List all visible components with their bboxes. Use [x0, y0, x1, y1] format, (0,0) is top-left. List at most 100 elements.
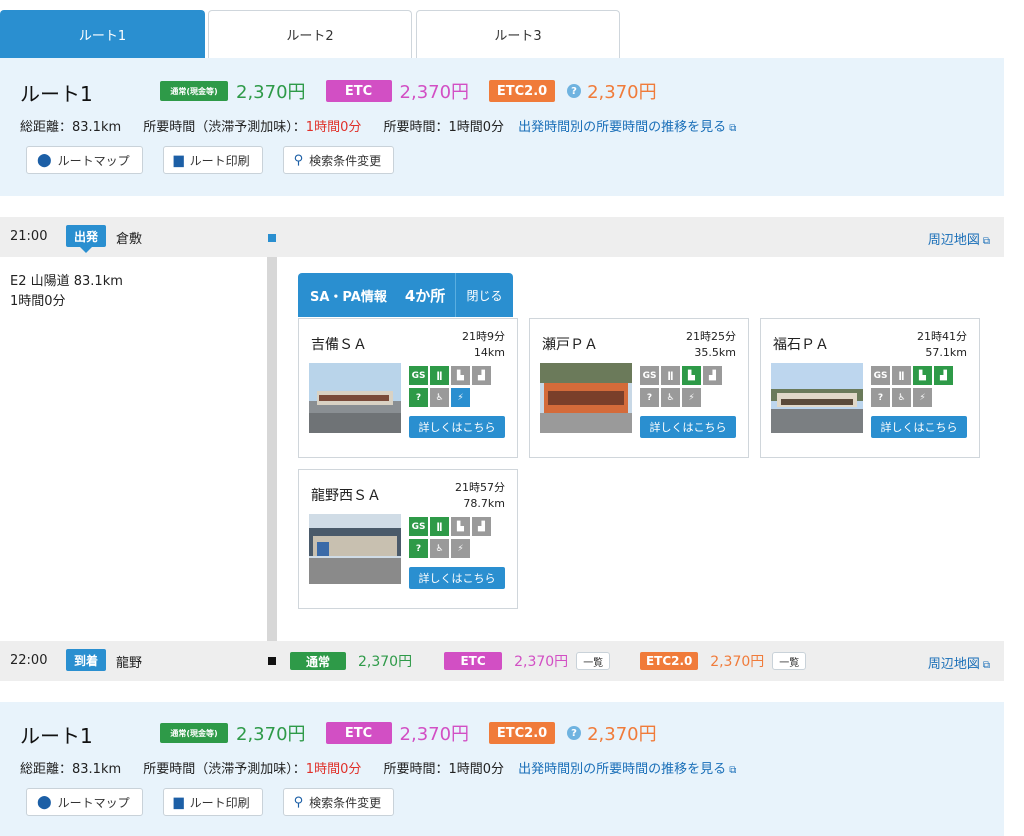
- sapa-count: 4か所: [404, 286, 446, 305]
- etc-list-label: 一覧: [583, 657, 604, 669]
- arrival-badge: 到着: [66, 649, 106, 671]
- sapa-time: 21時9分: [462, 330, 505, 343]
- info-icon: ?: [409, 388, 428, 407]
- segment-info: E2 山陽道 83.1km 1時間0分: [10, 272, 123, 312]
- departure-map-link[interactable]: 周辺地図 ⧉: [928, 229, 990, 248]
- etc2-price: 2,370円: [710, 654, 765, 670]
- normal-price: 2,370円: [236, 82, 306, 103]
- etc-price: 2,370円: [399, 82, 470, 103]
- shop-icon: ▙: [913, 366, 932, 385]
- normal-price-badge: 通常(現金等): [160, 723, 228, 743]
- normal-price: 2,370円: [358, 654, 413, 670]
- help-icon[interactable]: ?: [567, 726, 582, 740]
- restaurant-icon: ǁ: [430, 366, 449, 385]
- sapa-detail-button[interactable]: 詳しくはこちら: [640, 416, 736, 438]
- sapa-card-fukuishi: 福石ＰＡ 21時41分 57.1km GS ǁ ▙ ▟ ? ♿ ⚡ 詳しくはこちら: [760, 318, 980, 458]
- sapa-distance: 57.1km: [925, 346, 967, 359]
- sapa-title: SA・PA情報: [310, 289, 387, 305]
- external-link-icon: ⧉: [729, 123, 737, 134]
- trend-link[interactable]: 出発時間別の所要時間の推移を見る: [518, 762, 726, 777]
- sapa-name: 吉備ＳＡ: [311, 337, 367, 353]
- total-distance: 総距離：83.1km: [20, 762, 122, 777]
- tab-route-1[interactable]: ルート1: [0, 10, 205, 58]
- route-line: [267, 243, 277, 643]
- route-print-button[interactable]: ▆ ルート印刷: [162, 788, 263, 816]
- sapa-header: SA・PA情報 4か所 閉じる: [298, 273, 513, 317]
- shop-icon: ▙: [682, 366, 701, 385]
- arrival-map-label: 周辺地図: [927, 657, 980, 672]
- snack-icon: ▟: [703, 366, 722, 385]
- time-label: 所要時間：1時間0分: [383, 762, 505, 777]
- normal-price: 2,370円: [236, 724, 306, 745]
- printer-icon: ▆: [173, 152, 184, 168]
- sapa-name: 瀬戸ＰＡ: [542, 337, 598, 353]
- segment-road: E2 山陽道 83.1km: [10, 274, 123, 289]
- search-icon: ⚲: [293, 794, 304, 810]
- ev-charger-icon: ⚡: [913, 388, 932, 407]
- time-label: 所要時間：1時間0分: [383, 120, 505, 135]
- shop-icon: ▙: [451, 366, 470, 385]
- route-print-label: ルート印刷: [189, 153, 250, 168]
- arrival-bar: 22:00 到着 龍野 通常 2,370円 ETC 2,370円 一覧 ETC2…: [0, 641, 1004, 681]
- restaurant-icon: ǁ: [430, 517, 449, 536]
- trend-link[interactable]: 出発時間別の所要時間の推移を見る: [518, 120, 726, 135]
- snack-icon: ▟: [934, 366, 953, 385]
- etc2-list-button[interactable]: 一覧: [772, 652, 807, 670]
- gas-station-icon: GS: [871, 366, 890, 385]
- facility-icons: GS ǁ ▙ ▟ ? ♿ ⚡: [871, 366, 971, 410]
- search-icon: ⚲: [293, 152, 304, 168]
- toilet-icon: ♿: [892, 388, 911, 407]
- route-buttons: ⬤ ルートマップ ▆ ルート印刷 ⚲ 検索条件変更: [26, 146, 414, 174]
- map-pin-icon: ⬤: [37, 794, 52, 810]
- change-search-button[interactable]: ⚲ 検索条件変更: [282, 146, 395, 174]
- etc2-price-badge: ETC2.0: [489, 80, 556, 102]
- end-node: [268, 657, 276, 665]
- etc-price: 2,370円: [399, 724, 470, 745]
- route-map-button[interactable]: ⬤ ルートマップ: [26, 788, 143, 816]
- price-row: 通常(現金等) 2,370円 ETC 2,370円 ETC2.0 ? 2,370…: [160, 720, 677, 746]
- arrival-map-link[interactable]: 周辺地図 ⧉: [928, 653, 990, 672]
- normal-price-badge: 通常(現金等): [160, 81, 228, 101]
- route-print-button[interactable]: ▆ ルート印刷: [162, 146, 263, 174]
- external-link-icon: ⧉: [982, 660, 990, 671]
- start-node: [268, 234, 276, 242]
- ev-charger-icon: ⚡: [682, 388, 701, 407]
- departure-bar: 21:00 出発 倉敷 周辺地図 ⧉: [0, 217, 1004, 257]
- sapa-detail-button[interactable]: 詳しくはこちら: [409, 416, 505, 438]
- sapa-close-button[interactable]: 閉じる: [455, 273, 513, 317]
- tab-route-3[interactable]: ルート3: [416, 10, 620, 58]
- info-icon: ?: [871, 388, 890, 407]
- snack-icon: ▟: [472, 517, 491, 536]
- sapa-photo: [309, 514, 401, 584]
- route-tabs: ルート1 ルート2 ルート3: [0, 10, 1024, 58]
- departure-time: 21:00: [10, 229, 48, 244]
- sapa-detail-button[interactable]: 詳しくはこちら: [871, 416, 967, 438]
- ev-charger-icon: ⚡: [451, 388, 470, 407]
- tab-route-2[interactable]: ルート2: [208, 10, 412, 58]
- change-search-label: 検索条件変更: [309, 795, 382, 810]
- sapa-photo: [309, 363, 401, 433]
- help-icon[interactable]: ?: [567, 84, 582, 98]
- arrival-place: 龍野: [116, 656, 143, 671]
- sapa-time: 21時57分: [455, 481, 505, 494]
- time-traffic-value: 1時間0分: [305, 762, 362, 777]
- external-link-icon: ⧉: [982, 236, 990, 247]
- change-search-button[interactable]: ⚲ 検索条件変更: [282, 788, 395, 816]
- time-traffic-label: 所要時間（渋滞予測加味）：: [143, 762, 306, 777]
- departure-badge: 出発: [66, 225, 106, 253]
- time-traffic-value: 1時間0分: [305, 120, 362, 135]
- departure-place: 倉敷: [116, 232, 143, 247]
- sapa-name: 福石ＰＡ: [773, 337, 829, 353]
- toilet-icon: ♿: [661, 388, 680, 407]
- etc-list-button[interactable]: 一覧: [576, 652, 611, 670]
- route-summary-bottom: ルート1 通常(現金等) 2,370円 ETC 2,370円 ETC2.0 ? …: [0, 702, 1004, 836]
- route-map-button[interactable]: ⬤ ルートマップ: [26, 146, 143, 174]
- etc2-price: 2,370円: [587, 724, 657, 745]
- sapa-detail-button[interactable]: 詳しくはこちら: [409, 567, 505, 589]
- route-map-label: ルートマップ: [57, 153, 130, 168]
- snack-icon: ▟: [472, 366, 491, 385]
- arrival-prices: 通常 2,370円 ETC 2,370円 一覧 ETC2.0 2,370円 一覧: [290, 651, 836, 671]
- route-summary-top: ルート1 通常(現金等) 2,370円 ETC 2,370円 ETC2.0 ? …: [0, 58, 1004, 196]
- etc2-price-badge: ETC2.0: [489, 722, 556, 744]
- shop-icon: ▙: [451, 517, 470, 536]
